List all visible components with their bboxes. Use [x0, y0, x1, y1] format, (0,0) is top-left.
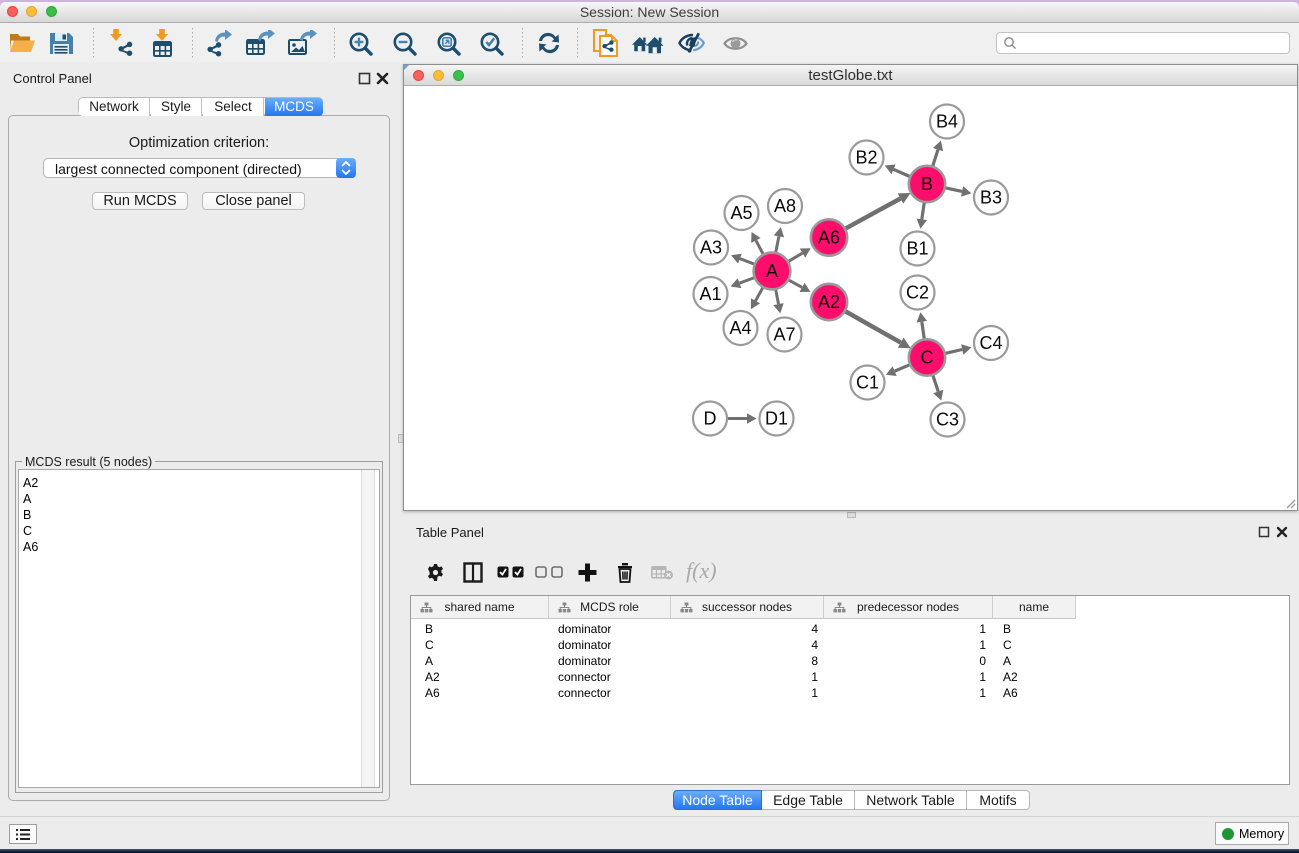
svg-text:A6: A6: [818, 228, 840, 248]
svg-text:B2: B2: [855, 148, 877, 168]
svg-text:A4: A4: [729, 318, 751, 338]
svg-text:A2: A2: [818, 292, 840, 312]
svg-text:C1: C1: [856, 373, 879, 393]
svg-text:A: A: [766, 261, 778, 281]
svg-text:B4: B4: [936, 112, 958, 132]
svg-text:A7: A7: [773, 325, 795, 345]
svg-text:D1: D1: [765, 409, 788, 429]
svg-text:C: C: [921, 348, 934, 368]
svg-text:A8: A8: [774, 196, 796, 216]
svg-text:B: B: [921, 174, 933, 194]
svg-text:C3: C3: [936, 410, 959, 430]
svg-text:D: D: [704, 409, 717, 429]
svg-text:A1: A1: [699, 284, 721, 304]
svg-text:A5: A5: [730, 203, 752, 223]
svg-text:A3: A3: [700, 238, 722, 258]
svg-text:C4: C4: [979, 333, 1002, 353]
svg-text:B3: B3: [980, 188, 1002, 208]
svg-text:C2: C2: [906, 283, 929, 303]
svg-text:B1: B1: [906, 239, 928, 259]
